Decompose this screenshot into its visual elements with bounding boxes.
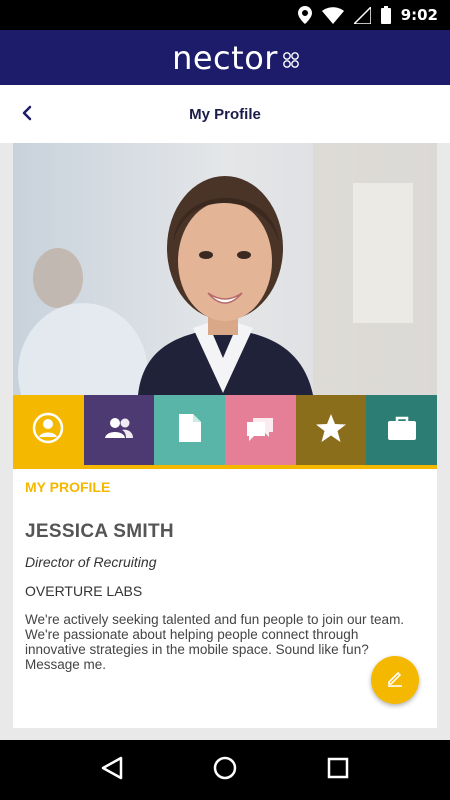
system-nav-bar <box>0 740 450 800</box>
profile-card: MY PROFILE JESSICA SMITH Director of Rec… <box>13 143 437 728</box>
page-title: My Profile <box>189 105 261 123</box>
chat-icon <box>245 414 275 447</box>
signal-icon <box>353 6 371 24</box>
tab-jobs[interactable] <box>366 395 437 465</box>
status-bar: 9:02 <box>0 0 450 30</box>
title-bar: My Profile <box>0 85 450 143</box>
nav-back-button[interactable] <box>92 750 132 790</box>
profile-company: OVERTURE LABS <box>25 583 143 599</box>
profile-tabs <box>13 395 437 465</box>
edit-icon <box>386 669 404 692</box>
home-circle-icon <box>213 756 237 785</box>
profile-photo <box>13 143 437 395</box>
back-triangle-icon <box>101 756 123 785</box>
tab-profile[interactable] <box>13 395 84 465</box>
status-time: 9:02 <box>400 6 438 24</box>
battery-icon <box>380 6 391 24</box>
people-icon <box>104 416 134 445</box>
profile-role: Director of Recruiting <box>25 554 157 570</box>
logo-mark-icon <box>282 39 300 77</box>
app-logo: nector <box>172 38 299 77</box>
profile-bio: We're actively seeking talented and fun … <box>25 612 405 672</box>
tab-favorites[interactable] <box>295 395 367 465</box>
active-tab-indicator <box>13 465 437 469</box>
recents-square-icon <box>327 757 349 784</box>
chevron-left-icon <box>21 105 33 126</box>
brand-bar: nector <box>0 30 450 85</box>
person-icon <box>32 412 64 449</box>
section-label: MY PROFILE <box>25 479 111 495</box>
profile-name: JESSICA SMITH <box>25 521 174 542</box>
wifi-icon <box>321 6 344 24</box>
nav-recents-button[interactable] <box>318 750 358 790</box>
briefcase-icon <box>387 416 416 445</box>
document-icon <box>178 413 201 447</box>
tab-documents[interactable] <box>154 395 226 465</box>
back-button[interactable] <box>14 102 40 128</box>
logo-text: nector <box>172 38 278 77</box>
tab-connections[interactable] <box>83 395 155 465</box>
location-icon <box>297 6 312 24</box>
tab-messages[interactable] <box>225 395 296 465</box>
star-icon <box>316 413 347 447</box>
edit-button[interactable] <box>371 656 419 704</box>
nav-home-button[interactable] <box>205 750 245 790</box>
